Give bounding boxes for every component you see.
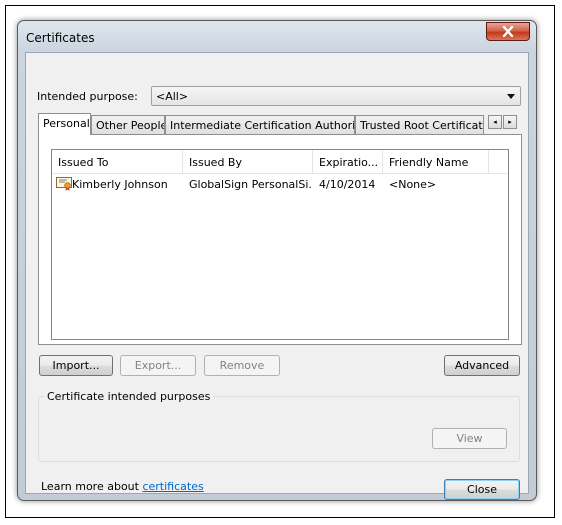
cell-friendly-name: <None> <box>389 178 437 191</box>
close-button[interactable]: Close <box>444 479 520 500</box>
cell-issued-to: Kimberly Johnson <box>72 178 168 191</box>
column-expiration[interactable]: Expiratio... <box>313 150 383 173</box>
list-header: Issued To Issued By Expiratio... Friendl… <box>52 150 508 174</box>
tab-scroll-left-button[interactable]: ◂ <box>488 115 502 129</box>
learn-more-text: Learn more about certificates <box>41 480 204 493</box>
title-bar[interactable]: Certificates <box>18 21 536 53</box>
close-icon <box>502 26 514 37</box>
column-issued-by[interactable]: Issued By <box>183 150 313 173</box>
window-close-button[interactable] <box>486 22 530 41</box>
certificate-intended-purposes-group: Certificate intended purposes View <box>38 390 520 462</box>
table-row[interactable]: Kimberly Johnson GlobalSign PersonalSi..… <box>52 174 508 194</box>
tab-trusted-root-certification-authorities[interactable]: Trusted Root Certification Authorities <box>355 115 484 134</box>
advanced-button[interactable]: Advanced <box>444 355 520 376</box>
import-button[interactable]: Import... <box>39 355 113 376</box>
certificates-dialog: Certificates Intended purpose: <All> Per… <box>17 20 537 501</box>
intended-purpose-dropdown[interactable]: <All> <box>151 86 521 106</box>
column-issued-to[interactable]: Issued To <box>52 150 183 173</box>
cell-issued-by: GlobalSign PersonalSi... <box>189 178 311 191</box>
learn-more-label: Learn more about <box>41 480 139 493</box>
cell-expiration: 4/10/2014 <box>319 178 376 191</box>
tab-panel-personal: Issued To Issued By Expiratio... Friendl… <box>38 134 522 345</box>
intended-purpose-label: Intended purpose: <box>37 90 138 103</box>
export-button[interactable]: Export... <box>120 355 196 376</box>
remove-button[interactable]: Remove <box>204 355 280 376</box>
group-title: Certificate intended purposes <box>44 390 214 403</box>
view-button[interactable]: View <box>432 428 507 449</box>
tab-intermediate-certification-authorities[interactable]: Intermediate Certification Authorities <box>165 115 355 134</box>
column-friendly-name[interactable]: Friendly Name <box>383 150 489 173</box>
dialog-client-area: Intended purpose: <All> Personal Other P… <box>25 52 529 500</box>
certificate-list[interactable]: Issued To Issued By Expiratio... Friendl… <box>51 149 509 340</box>
certificate-icon <box>56 177 72 191</box>
certificates-link[interactable]: certificates <box>142 480 203 493</box>
tab-scroll-right-button[interactable]: ▸ <box>503 115 517 129</box>
tab-personal[interactable]: Personal <box>38 113 91 135</box>
chevron-down-icon <box>507 94 515 99</box>
window-title: Certificates <box>26 31 95 45</box>
certificate-store-tabs: Personal Other People Intermediate Certi… <box>38 113 522 135</box>
tab-other-people[interactable]: Other People <box>91 115 165 134</box>
intended-purpose-value: <All> <box>156 90 189 103</box>
